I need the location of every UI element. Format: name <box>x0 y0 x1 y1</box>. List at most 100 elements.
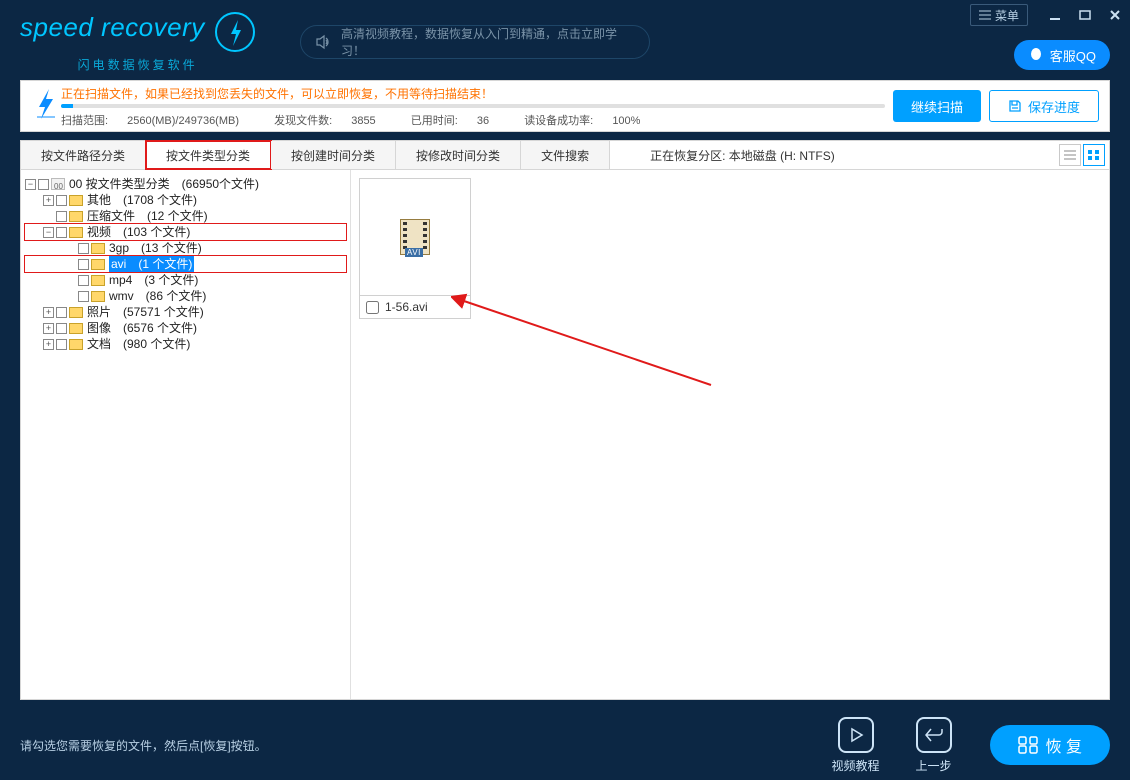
tree-other[interactable]: + 其他 (1708 个文件) <box>25 192 346 208</box>
logo-subtitle: 闪电数据恢复软件 <box>20 56 255 73</box>
tree-label: 文档 (980 个文件) <box>87 336 190 352</box>
file-checkbox[interactable] <box>366 301 379 314</box>
tree-video-3gp[interactable]: 3gp (13 个文件) <box>25 240 346 256</box>
checkbox[interactable] <box>38 179 49 190</box>
tree-label: mp4 (3 个文件) <box>109 272 198 288</box>
tree-label: 视频 (103 个文件) <box>87 224 190 240</box>
save-progress-button[interactable]: 保存进度 <box>989 90 1099 122</box>
tab-by-path[interactable]: 按文件路径分类 <box>21 141 146 169</box>
tree-video-mp4[interactable]: mp4 (3 个文件) <box>25 272 346 288</box>
expand-icon[interactable]: + <box>43 307 54 318</box>
annotation-arrow <box>451 290 721 390</box>
checkbox[interactable] <box>78 259 89 270</box>
video-tutorial-label: 视频教程 <box>832 757 880 774</box>
tree-photo[interactable]: + 照片 (57571 个文件) <box>25 304 346 320</box>
calendar-icon <box>51 178 65 190</box>
tab-by-modify-time[interactable]: 按修改时间分类 <box>396 141 521 169</box>
checkbox[interactable] <box>78 275 89 286</box>
folder-icon <box>69 227 83 238</box>
close-icon <box>1108 8 1122 22</box>
checkbox[interactable] <box>78 291 89 302</box>
checkbox[interactable] <box>56 339 67 350</box>
expand-icon[interactable]: + <box>43 339 54 350</box>
tree-image[interactable]: + 图像 (6576 个文件) <box>25 320 346 336</box>
tab-by-type[interactable]: 按文件类型分类 <box>146 141 271 169</box>
category-tab-bar: 按文件路径分类 按文件类型分类 按创建时间分类 按修改时间分类 文件搜索 正在恢… <box>20 140 1110 170</box>
save-icon <box>1008 99 1022 113</box>
file-type-tree[interactable]: − 00 按文件类型分类 (66950个文件) + 其他 (1708 个文件) … <box>21 170 351 699</box>
save-progress-label: 保存进度 <box>1028 97 1080 116</box>
folder-icon <box>69 323 83 334</box>
scan-progress-bar <box>61 104 885 108</box>
recover-button[interactable]: 恢 复 <box>990 725 1110 765</box>
workspace: − 00 按文件类型分类 (66950个文件) + 其他 (1708 个文件) … <box>20 170 1110 700</box>
file-name: 1-56.avi <box>385 300 428 314</box>
tutorial-banner[interactable]: 高清视频教程，数据恢复从入门到精通，点击立即学习！ <box>300 25 650 59</box>
logo-text: speed recovery <box>20 12 205 42</box>
folder-icon <box>91 259 105 270</box>
tree-video[interactable]: − 视频 (103 个文件) <box>25 224 346 240</box>
recover-label: 恢 复 <box>1046 733 1082 757</box>
checkbox[interactable] <box>56 307 67 318</box>
tree-label: 图像 (6576 个文件) <box>87 320 197 336</box>
prev-step-button[interactable]: 上一步 <box>916 717 952 774</box>
footer-bar: 请勾选您需要恢复的文件，然后点[恢复]按钮。 视频教程 上一步 恢 复 <box>0 710 1130 780</box>
checkbox[interactable] <box>56 227 67 238</box>
tree-label: 照片 (57571 个文件) <box>87 304 204 320</box>
window-controls: 菜单 <box>970 0 1130 30</box>
tree-root[interactable]: − 00 按文件类型分类 (66950个文件) <box>25 176 346 192</box>
collapse-icon[interactable]: − <box>25 179 36 190</box>
menu-label: 菜单 <box>995 7 1019 24</box>
checkbox[interactable] <box>56 195 67 206</box>
checkbox[interactable] <box>56 323 67 334</box>
tree-video-wmv[interactable]: wmv (86 个文件) <box>25 288 346 304</box>
tab-file-search[interactable]: 文件搜索 <box>521 141 610 169</box>
tree-video-avi[interactable]: avi (1 个文件) <box>25 256 346 272</box>
avi-file-icon: AVI <box>400 219 430 255</box>
play-icon <box>838 717 874 753</box>
tree-archive[interactable]: 压缩文件 (12 个文件) <box>25 208 346 224</box>
folder-icon <box>69 211 83 222</box>
prev-step-label: 上一步 <box>916 757 952 774</box>
qq-icon <box>1028 47 1044 63</box>
qq-label: 客服QQ <box>1050 46 1096 65</box>
view-list-button[interactable] <box>1059 144 1081 166</box>
tab-by-create-time[interactable]: 按创建时间分类 <box>271 141 396 169</box>
tree-label: 压缩文件 (12 个文件) <box>87 208 208 224</box>
list-icon <box>1063 149 1077 161</box>
tree-label: 其他 (1708 个文件) <box>87 192 197 208</box>
folder-icon <box>91 291 105 302</box>
tree-label: wmv (86 个文件) <box>109 288 206 304</box>
file-thumbnail[interactable]: AVI <box>359 178 471 296</box>
qq-support-button[interactable]: 客服QQ <box>1014 40 1110 70</box>
expand-icon[interactable]: + <box>43 323 54 334</box>
menu-button[interactable]: 菜单 <box>970 4 1028 26</box>
video-tutorial-button[interactable]: 视频教程 <box>832 717 880 774</box>
continue-scan-button[interactable]: 继续扫描 <box>893 90 981 122</box>
recover-icon <box>1018 736 1038 754</box>
back-icon <box>916 717 952 753</box>
close-button[interactable] <box>1100 0 1130 30</box>
tutorial-text: 高清视频教程，数据恢复从入门到精通，点击立即学习！ <box>341 25 635 59</box>
tree-doc[interactable]: + 文档 (980 个文件) <box>25 336 346 352</box>
file-grid-pane: AVI 1-56.avi <box>351 170 1109 699</box>
tree-label-selected: avi (1 个文件) <box>109 256 194 272</box>
footer-hint: 请勾选您需要恢复的文件，然后点[恢复]按钮。 <box>20 737 267 754</box>
collapse-icon[interactable]: − <box>43 227 54 238</box>
view-grid-button[interactable] <box>1083 144 1105 166</box>
scan-status-panel: 正在扫描文件，如果已经找到您丢失的文件，可以立即恢复，不用等待扫描结束！ 扫描范… <box>20 80 1110 132</box>
checkbox[interactable] <box>78 243 89 254</box>
folder-icon <box>69 307 83 318</box>
sound-icon <box>315 34 331 50</box>
minimize-button[interactable] <box>1040 0 1070 30</box>
checkbox[interactable] <box>56 211 67 222</box>
scan-bolt-icon <box>31 89 61 124</box>
avi-badge: AVI <box>405 248 423 257</box>
maximize-icon <box>1078 8 1092 22</box>
file-item[interactable]: AVI 1-56.avi <box>359 178 471 319</box>
app-logo: speed recovery 闪电数据恢复软件 <box>20 12 255 73</box>
folder-icon <box>91 275 105 286</box>
maximize-button[interactable] <box>1070 0 1100 30</box>
hamburger-icon <box>979 10 991 20</box>
expand-icon[interactable]: + <box>43 195 54 206</box>
